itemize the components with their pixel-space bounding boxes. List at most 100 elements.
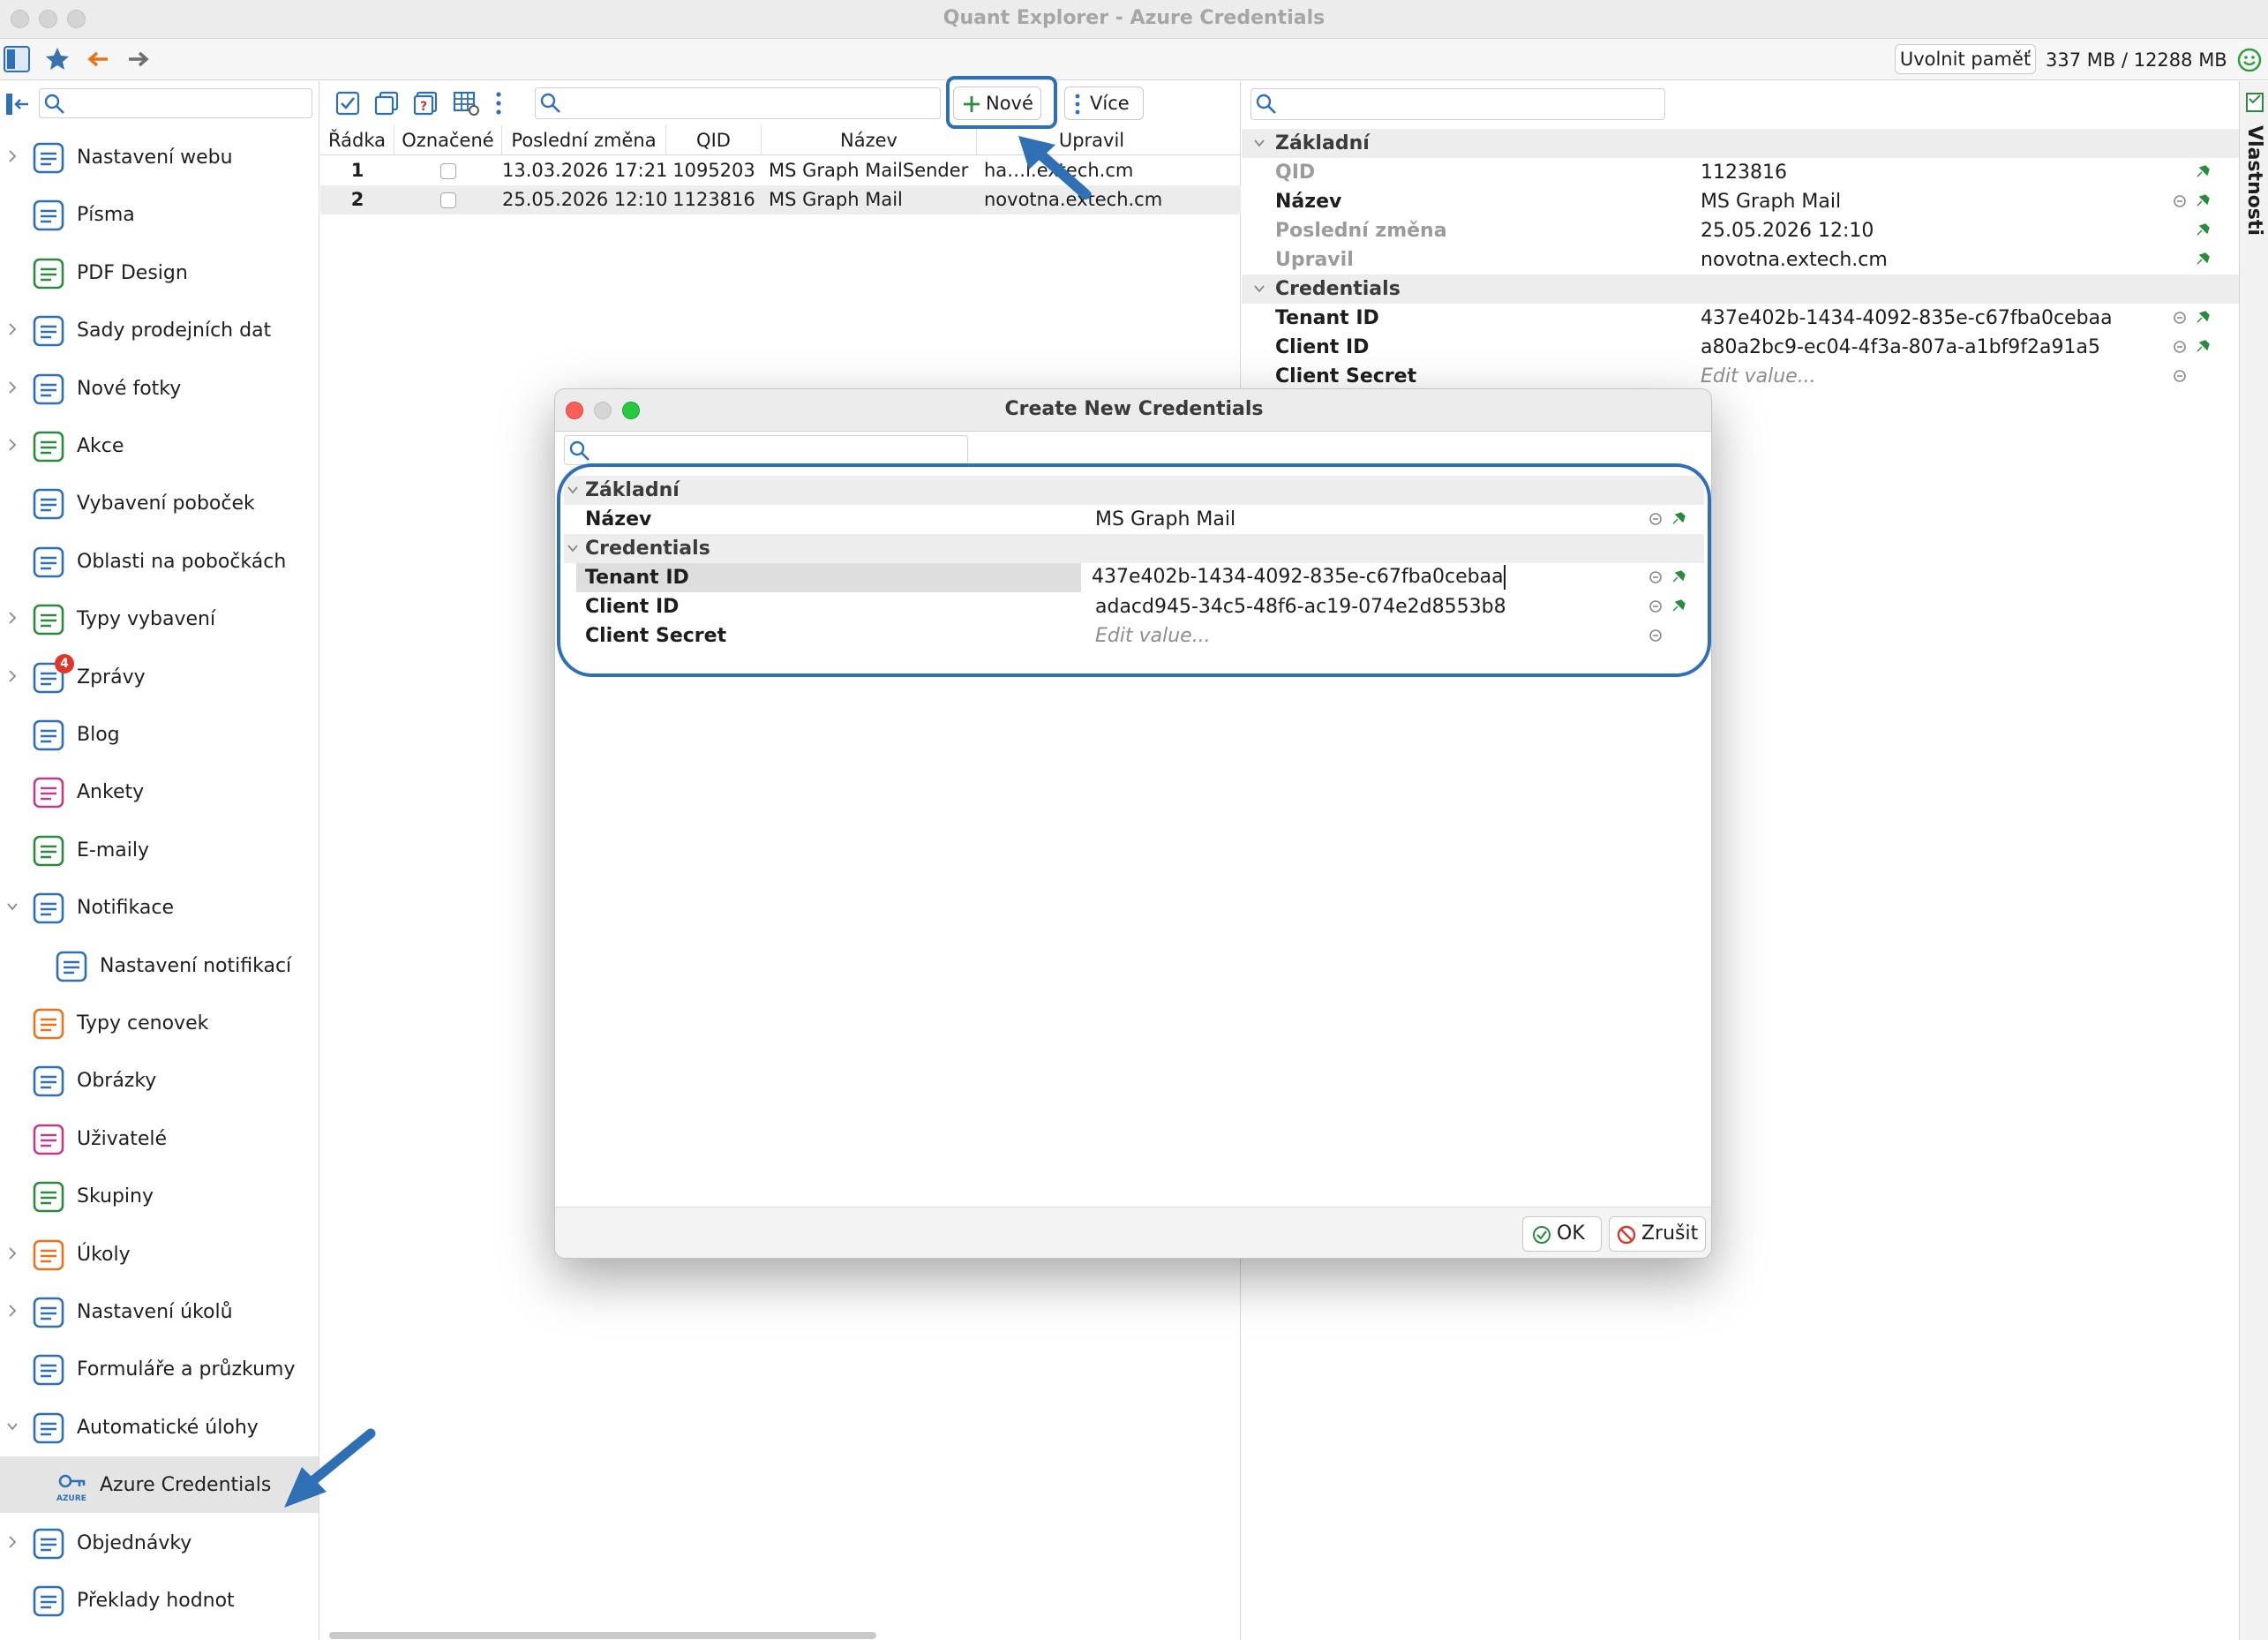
chevron-down-icon[interactable] (6, 1418, 19, 1434)
sidebar-item-sady-prodejn-ch-dat[interactable]: Sady prodejních dat (0, 302, 319, 358)
sidebar-item-oblasti-na-pobo-k-ch[interactable]: Oblasti na pobočkách (0, 533, 319, 590)
dialog-client-secret-placeholder[interactable]: Edit value... (1095, 621, 1211, 651)
more-button[interactable]: Více (1064, 87, 1144, 120)
dialog-row-client-secret[interactable]: Client Secret Edit value... (564, 621, 1704, 651)
sidebar-item-objedn-vky[interactable]: Objednávky (0, 1515, 319, 1571)
chevron-right-icon[interactable] (6, 380, 19, 395)
pin-icon[interactable] (1671, 511, 1686, 527)
sidebar-item-azure-credentials[interactable]: AZURE Azure Credentials (0, 1456, 319, 1514)
sidebar-item-p-sma[interactable]: Písma (0, 186, 319, 243)
chevron-right-icon[interactable] (6, 668, 19, 684)
sidebar-item-p-eklady-hodnot[interactable]: Překlady hodnot (0, 1572, 319, 1629)
sidebar-item-typy-cenovek[interactable]: Typy cenovek (0, 995, 319, 1051)
dialog-row-name[interactable]: Název MS Graph Mail (564, 505, 1704, 534)
chevron-right-icon[interactable] (6, 610, 19, 626)
sidebar-item-notifikace[interactable]: Notifikace (0, 879, 319, 936)
translate-icon[interactable] (2172, 193, 2188, 209)
back-arrow-icon[interactable] (85, 46, 111, 72)
translate-icon[interactable] (1648, 511, 1663, 527)
pin-icon[interactable] (2195, 310, 2211, 326)
sidebar-item-u-ivatel-[interactable]: Uživatelé (0, 1110, 319, 1167)
pin-icon[interactable] (1671, 598, 1686, 614)
sidebar-item-skupiny[interactable]: Skupiny (0, 1168, 319, 1224)
sidebar-item-nastaven-webu[interactable]: Nastavení webu (0, 129, 319, 185)
sidebar-search-input[interactable] (39, 88, 312, 118)
column-header-last-change[interactable]: Poslední změna (502, 125, 666, 155)
tenant-id-editor[interactable]: 437e402b-1434-4092-835e-c67fba0cebaa (1090, 563, 1506, 592)
column-header-name[interactable]: Název (762, 125, 977, 155)
chevron-right-icon[interactable] (6, 1245, 19, 1261)
sidebar-item-blog[interactable]: Blog (0, 706, 319, 763)
pin-icon[interactable] (2195, 252, 2211, 267)
prop-row-client-id[interactable]: Client ID a80a2bc9-ec04-4f3a-807a-a1bf9f… (1242, 333, 2239, 362)
row-marked-checkbox[interactable] (440, 163, 456, 179)
prop-row-name[interactable]: Název MS Graph Mail (1242, 187, 2239, 216)
chevron-right-icon[interactable] (6, 1534, 19, 1550)
sidebar-item-nastaven-notifikac-[interactable]: Nastavení notifikací (0, 937, 319, 994)
sidebar-item-nov-fotky[interactable]: Nové fotky (0, 360, 319, 417)
list-search-input[interactable] (535, 87, 941, 119)
sidebar-item-ankety[interactable]: Ankety (0, 764, 319, 820)
translate-icon[interactable] (2172, 310, 2188, 326)
translate-icon[interactable] (2172, 339, 2188, 355)
sidebar-item-e-maily[interactable]: E-maily (0, 822, 319, 878)
translate-icon[interactable] (2172, 368, 2188, 384)
dialog-name-value[interactable]: MS Graph Mail (1095, 505, 1235, 534)
copy-icon[interactable] (373, 90, 400, 117)
pin-icon[interactable] (2195, 222, 2211, 238)
prop-row-edited-by[interactable]: Upravil novotna.extech.cm (1242, 245, 2239, 275)
pin-icon[interactable] (1671, 569, 1686, 585)
properties-side-tab[interactable]: Vlastnosti (2239, 81, 2268, 1640)
chevron-right-icon[interactable] (6, 321, 19, 337)
sidebar-item-zpr-vy[interactable]: 4 Zprávy (0, 649, 319, 705)
sidebar-item-typy-vybaven-[interactable]: Typy vybavení (0, 591, 319, 647)
column-header-marked[interactable]: Označené (394, 125, 502, 155)
chevron-right-icon[interactable] (6, 148, 19, 164)
ok-button[interactable]: OK (1522, 1216, 1602, 1252)
translate-icon[interactable] (1648, 628, 1663, 643)
help-document-icon[interactable]: ? (412, 90, 439, 117)
pin-icon[interactable] (2195, 164, 2211, 180)
prop-row-client-secret[interactable]: Client Secret Edit value... (1242, 362, 2239, 391)
forward-arrow-icon[interactable] (125, 46, 152, 72)
dialog-search-input[interactable] (564, 435, 968, 465)
sidebar-item-pdf-design[interactable]: PDF Design (0, 244, 319, 301)
dialog-group-credentials[interactable]: Credentials (564, 534, 1704, 563)
chevron-right-icon[interactable] (6, 1303, 19, 1319)
sidebar-item-vybaven-pobo-ek[interactable]: Vybavení poboček (0, 475, 319, 531)
sidebar-item-automatick-lohy[interactable]: Automatické úlohy (0, 1399, 319, 1456)
dialog-group-basic[interactable]: Základní (564, 476, 1704, 505)
table-settings-icon[interactable] (453, 90, 479, 117)
dialog-row-client-id[interactable]: Client ID adacd945-34c5-48f6-ac19-074e2d… (564, 592, 1704, 621)
group-credentials[interactable]: Credentials (1242, 275, 2239, 304)
sidebar-item-nastaven-kol-[interactable]: Nastavení úkolů (0, 1283, 319, 1340)
horizontal-scrollbar[interactable] (329, 1632, 876, 1639)
cancel-button[interactable]: Zrušit (1609, 1216, 1706, 1252)
dialog-client-id-value[interactable]: adacd945-34c5-48f6-ac19-074e2d8553b8 (1095, 592, 1506, 621)
dialog-tenant-id-value[interactable]: 437e402b-1434-4092-835e-c67fba0cebaa (1092, 565, 1506, 590)
prop-row-last-change[interactable]: Poslední změna 25.05.2026 12:10 (1242, 216, 2239, 245)
row-marked-checkbox[interactable] (440, 192, 456, 208)
sidebar-item-formul-e-a-pr-zkumy[interactable]: Formuláře a průzkumy (0, 1341, 319, 1397)
prop-row-qid[interactable]: QID 1123816 (1242, 158, 2239, 187)
prop-client-secret-placeholder[interactable]: Edit value... (1701, 362, 1816, 391)
chevron-right-icon[interactable] (6, 437, 19, 453)
free-memory-button[interactable]: Uvolnit paměť (1895, 44, 2036, 74)
chevron-down-icon[interactable] (6, 899, 19, 914)
sidebar-item-akce[interactable]: Akce (0, 418, 319, 474)
translate-icon[interactable] (1648, 598, 1663, 614)
toggle-sidebar-icon[interactable] (4, 46, 30, 72)
pin-icon[interactable] (2195, 193, 2211, 209)
dialog-row-tenant-id[interactable]: Tenant ID 437e402b-1434-4092-835e-c67fba… (564, 563, 1704, 592)
collapse-sidebar-icon[interactable] (5, 92, 32, 117)
pin-icon[interactable] (2195, 339, 2211, 355)
column-header-qid[interactable]: QID (666, 125, 762, 155)
group-basic[interactable]: Základní (1242, 129, 2239, 158)
properties-search-input[interactable] (1250, 88, 1665, 120)
sidebar-item--koly[interactable]: Úkoly (0, 1226, 319, 1283)
table-row[interactable]: 1 1095203 13.03.2026 17:21 MS Graph MailSen… (320, 156, 1241, 185)
select-all-icon[interactable] (334, 90, 361, 117)
prop-row-tenant-id[interactable]: Tenant ID 437e402b-1434-4092-835e-c67fba… (1242, 304, 2239, 333)
translate-icon[interactable] (1648, 569, 1663, 585)
table-row[interactable]: 2 1123816 25.05.2026 12:10 MS Graph Mail nov… (320, 185, 1241, 214)
